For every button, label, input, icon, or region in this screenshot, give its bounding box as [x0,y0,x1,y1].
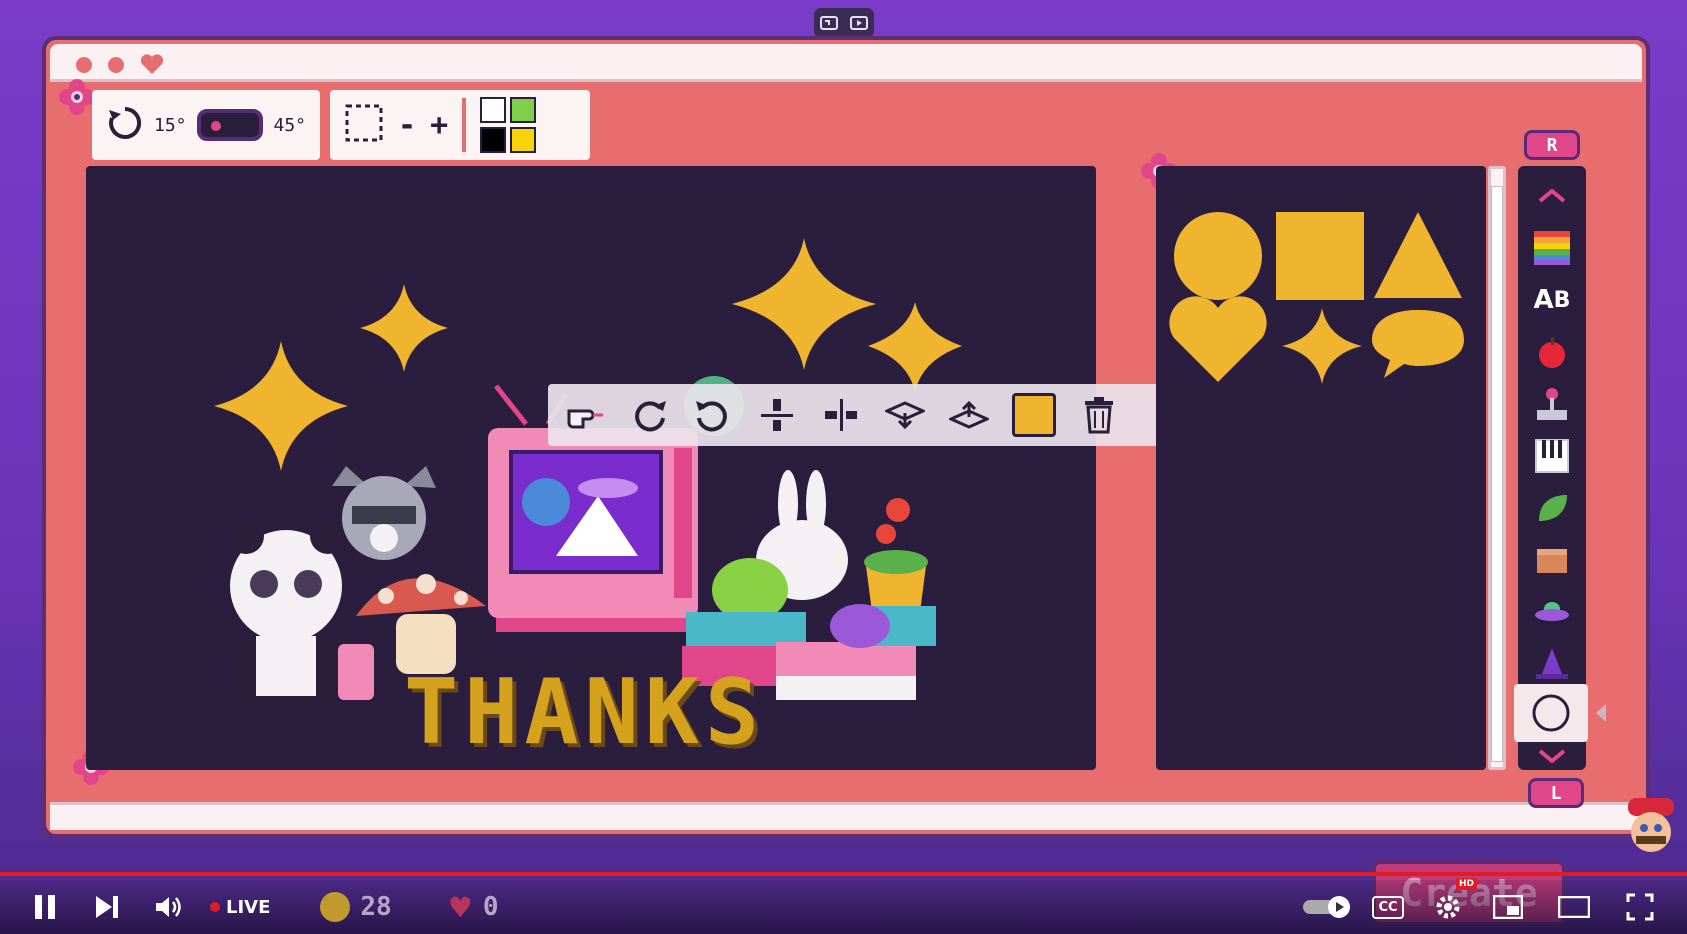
swatch-green[interactable] [510,97,537,123]
layer-down-icon[interactable] [884,394,926,436]
leaf-icon[interactable] [1532,490,1572,526]
settings-gear-icon[interactable]: HD [1425,878,1477,930]
rotation-panel: 15° 45° [92,90,320,160]
player-controls: LIVE 28 ♥ 0 CC HD [0,878,1687,934]
marquee-select-icon[interactable] [344,103,384,147]
scroll-up-icon[interactable] [1532,178,1572,214]
shoulder-l-tag[interactable]: L [1528,778,1584,808]
close-dot-icon[interactable] [76,57,92,73]
live-indicator[interactable]: LIVE [210,897,270,918]
live-dot [210,902,220,912]
thanks-text: THANKS [404,660,766,765]
flower-pot-sticker [864,498,928,612]
capture-controls [814,8,874,38]
window-titlebar [50,44,1642,82]
fullscreen-icon[interactable] [1617,884,1663,930]
swatch-white[interactable] [480,97,507,123]
flip-horizontal-icon[interactable] [820,394,862,436]
collapse-arrow-icon[interactable] [1594,702,1608,728]
sparkle-icon [732,238,876,370]
flip-vertical-icon[interactable] [756,394,798,436]
captions-button[interactable]: CC [1365,884,1411,930]
box-icon[interactable] [1532,542,1572,578]
category-sidebar: AB [1518,166,1586,770]
trash-icon[interactable] [1078,394,1120,436]
shape-triangle [1374,212,1462,298]
scrollbar-thumb[interactable] [1491,186,1503,762]
next-icon[interactable] [84,884,130,930]
scroll-down-icon[interactable] [1538,748,1566,767]
angle-small-label: 15° [154,114,187,136]
witch-hat-icon[interactable] [1532,646,1572,682]
swatch-yellow[interactable] [510,127,537,153]
hd-badge: HD [1455,878,1477,890]
video-progress-bar[interactable] [0,872,1687,876]
autoplay-toggle[interactable] [1299,884,1355,930]
shape-circle [1174,212,1262,300]
coin-icon [320,892,351,922]
shape-square [1276,212,1364,300]
pointer-hand-icon[interactable] [564,394,606,436]
coin-counter: 28 [320,892,392,922]
sparkle-icon [214,341,348,471]
color-swatch[interactable] [1012,393,1056,437]
minimize-dot-icon[interactable] [108,57,124,73]
heart-icon: ♥ [447,890,473,924]
volume-icon[interactable] [146,884,192,930]
size-increase-button[interactable]: + [430,108,448,143]
rainbow-icon[interactable] [1532,230,1572,266]
object-context-toolbar [548,384,1218,446]
layer-up-icon[interactable] [948,394,990,436]
sparkle-icon [868,302,962,392]
rotate-left-icon[interactable] [628,394,670,436]
pause-icon[interactable] [22,884,68,930]
rotate-icon[interactable] [106,104,144,146]
record-icon[interactable] [848,13,870,33]
apple-icon[interactable] [1532,334,1572,370]
captions-label: CC [1372,895,1404,919]
shape-heart [1169,296,1267,382]
coin-count: 28 [360,892,392,922]
boba-sticker [338,644,374,700]
bird-sticker [830,604,890,648]
swatch-black[interactable] [480,127,507,153]
window-bottombar [50,802,1642,830]
heart-count: 0 [482,892,499,922]
color-palette [480,97,537,153]
size-decrease-button[interactable]: - [398,108,416,143]
raccoon-sticker [332,466,436,560]
text-icon[interactable]: AB [1532,282,1572,318]
panda-sticker [228,518,346,706]
shoulder-r-tag[interactable]: R [1524,130,1580,160]
circle-outline-icon [1532,694,1570,732]
mushroom-sticker [356,574,486,674]
live-label: LIVE [226,896,271,918]
screenshot-icon[interactable] [818,13,840,33]
joystick-icon[interactable] [1532,386,1572,422]
avatar [1622,796,1680,858]
shape-sparkle [1282,308,1362,384]
ufo-icon[interactable] [1532,594,1572,630]
shapes-library [1156,166,1486,770]
angle-toggle[interactable] [196,109,264,141]
heart-icon[interactable] [140,53,164,79]
angle-large-label: 45° [273,114,306,136]
shape-speech-bubble [1372,310,1464,378]
miniplayer-icon[interactable] [1485,884,1531,930]
selection-panel: - + [330,90,590,160]
selected-category[interactable] [1514,684,1588,742]
divider [462,98,467,152]
piano-icon[interactable] [1532,438,1572,474]
rotate-right-icon[interactable] [692,394,734,436]
sparkle-icon [360,284,448,372]
heart-counter: ♥ 0 [448,891,499,924]
theater-mode-icon[interactable] [1551,884,1597,930]
